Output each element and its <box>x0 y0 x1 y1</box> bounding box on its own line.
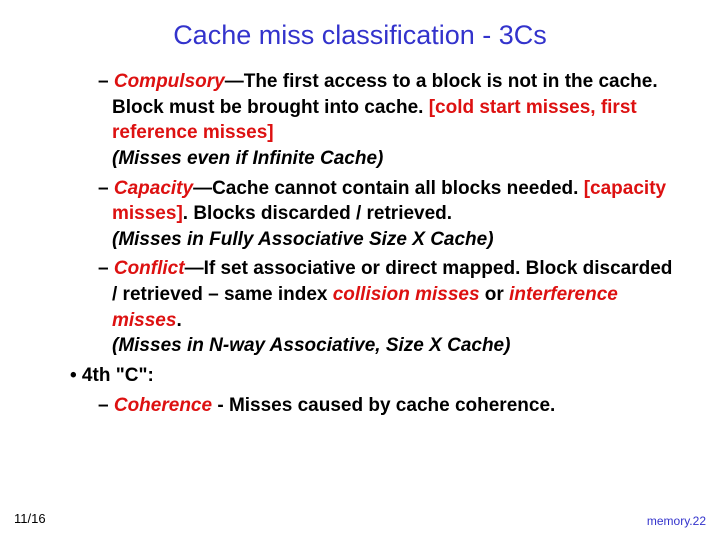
bullet: • 4th "C": <box>70 365 154 386</box>
footer-page: memory.22 <box>647 514 706 528</box>
dash: – <box>98 258 114 279</box>
term-compulsory: Compulsory <box>114 71 225 92</box>
item-compulsory: – Compulsory—The first access to a block… <box>98 69 680 172</box>
text: . Blocks discarded / retrieved. <box>183 203 452 224</box>
item-capacity: – Capacity—Cache cannot contain all bloc… <box>98 176 680 253</box>
text: or <box>480 284 510 305</box>
paren-compulsory: (Misses even if Infinite Cache) <box>112 148 383 169</box>
footer-date: 11/16 <box>14 511 46 526</box>
paren-conflict: (Misses in N-way Associative, Size X Cac… <box>112 335 510 356</box>
term-coherence: Coherence <box>114 395 212 416</box>
item-fourth-c: • 4th "C": <box>70 363 680 389</box>
slide-title: Cache miss classification - 3Cs <box>40 20 680 51</box>
dash: – <box>98 178 114 199</box>
item-conflict: – Conflict—If set associative or direct … <box>98 256 680 359</box>
text: . <box>176 310 181 331</box>
item-coherence: – Coherence - Misses caused by cache coh… <box>98 393 680 419</box>
text: —Cache cannot contain all blocks needed. <box>193 178 584 199</box>
dash: – <box>98 395 114 416</box>
term-conflict: Conflict <box>114 258 185 279</box>
collision-misses: collision misses <box>333 284 480 305</box>
paren-capacity: (Misses in Fully Associative Size X Cach… <box>112 229 494 250</box>
term-capacity: Capacity <box>114 178 193 199</box>
slide-body: – Compulsory—The first access to a block… <box>40 69 680 418</box>
text: - Misses caused by cache coherence. <box>212 395 555 416</box>
dash: – <box>98 71 114 92</box>
slide: Cache miss classification - 3Cs – Compul… <box>0 0 720 540</box>
